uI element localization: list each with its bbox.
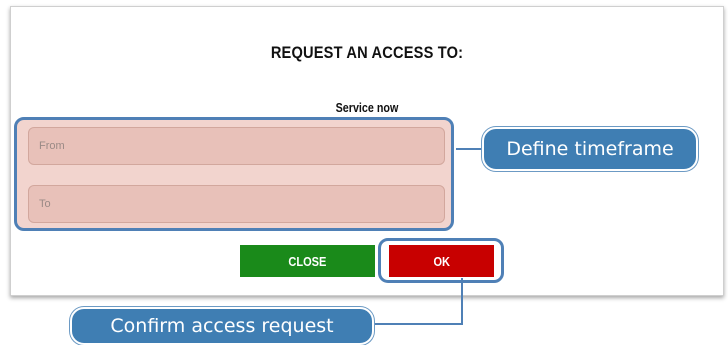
- to-field[interactable]: [28, 185, 445, 223]
- ok-button-label: OK: [433, 253, 450, 269]
- screenshot-stage: REQUEST AN ACCESS TO: Service now Define…: [0, 0, 728, 345]
- confirm-request-callout: Confirm access request: [70, 307, 374, 345]
- confirm-connector-vertical: [461, 278, 463, 325]
- define-timeframe-callout: Define timeframe: [482, 127, 698, 171]
- ok-button[interactable]: OK: [389, 245, 494, 277]
- timeframe-connector: [456, 148, 482, 150]
- dialog-title: REQUEST AN ACCESS TO:: [270, 43, 464, 62]
- service-name: Service now: [335, 101, 399, 115]
- close-button[interactable]: CLOSE: [240, 245, 375, 277]
- confirm-connector-horizontal: [374, 323, 463, 325]
- close-button-label: CLOSE: [288, 253, 327, 269]
- from-field[interactable]: [28, 127, 445, 165]
